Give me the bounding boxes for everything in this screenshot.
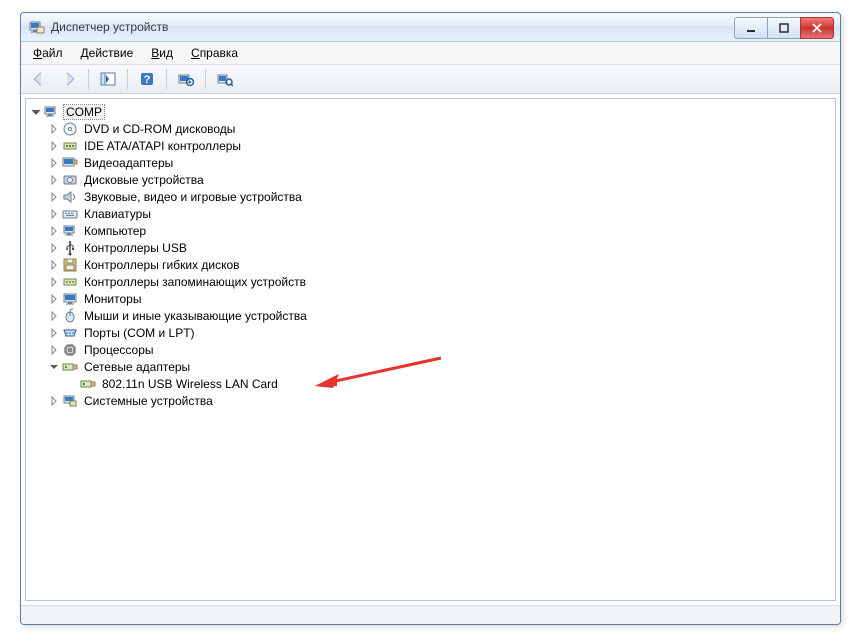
usb-icon	[62, 240, 78, 256]
expand-icon[interactable]	[48, 225, 60, 237]
expand-icon[interactable]	[48, 310, 60, 322]
minimize-button[interactable]	[734, 17, 767, 39]
show-hide-tree-button[interactable]	[94, 66, 122, 92]
back-button[interactable]	[25, 66, 53, 92]
properties-button[interactable]	[211, 66, 239, 92]
collapse-icon[interactable]	[30, 106, 42, 118]
tree-item-label[interactable]: Процессоры	[82, 343, 156, 357]
tree-item-label[interactable]: Системные устройства	[82, 394, 215, 408]
expand-icon[interactable]	[48, 395, 60, 407]
expand-icon[interactable]	[48, 174, 60, 186]
display-adapter-icon	[62, 155, 78, 171]
help-button[interactable]: ?	[133, 66, 161, 92]
tree-item-label[interactable]: Мыши и иные указывающие устройства	[82, 309, 309, 323]
tree-item-label[interactable]: Контроллеры гибких дисков	[82, 258, 242, 272]
tree-item-label[interactable]: Клавиатуры	[82, 207, 153, 221]
tree-item-label[interactable]: Звуковые, видео и игровые устройства	[82, 190, 304, 204]
tree-item-dvd[interactable]: DVD и CD-ROM дисководы	[44, 120, 835, 137]
tree-item-label[interactable]: IDE ATA/ATAPI контроллеры	[82, 139, 243, 153]
floppy-icon	[62, 257, 78, 273]
mouse-icon	[62, 308, 78, 324]
tree-item-label[interactable]: 802.11n USB Wireless LAN Card	[100, 377, 280, 391]
content-area: COMP DVD и CD-ROM дисководы IDE ATA/ATAP…	[21, 94, 840, 605]
toolbar-separator	[205, 69, 206, 89]
tree-item-sound[interactable]: Звуковые, видео и игровые устройства	[44, 188, 835, 205]
tree-item-ports[interactable]: Порты (COM и LPT)	[44, 324, 835, 341]
window-title: Диспетчер устройств	[51, 20, 734, 34]
tree-item-disk[interactable]: Дисковые устройства	[44, 171, 835, 188]
tree-item-ide[interactable]: IDE ATA/ATAPI контроллеры	[44, 137, 835, 154]
close-button[interactable]	[800, 17, 834, 39]
computer-icon	[44, 104, 60, 120]
collapse-icon[interactable]	[48, 361, 60, 373]
forward-button[interactable]	[55, 66, 83, 92]
status-bar	[21, 605, 840, 624]
titlebar[interactable]: Диспетчер устройств	[21, 13, 840, 42]
tree-item-monitor[interactable]: Мониторы	[44, 290, 835, 307]
device-manager-window: Диспетчер устройств Файл Действие Вид Сп…	[20, 12, 841, 625]
tree-item-floppy[interactable]: Контроллеры гибких дисков	[44, 256, 835, 273]
svg-text:?: ?	[144, 74, 151, 86]
monitor-icon	[62, 291, 78, 307]
toolbar-separator	[166, 69, 167, 89]
tree-item-label[interactable]: Дисковые устройства	[82, 173, 206, 187]
toolbar: ?	[21, 65, 840, 94]
disc-icon	[62, 121, 78, 137]
controller-icon	[62, 138, 78, 154]
menubar: Файл Действие Вид Справка	[21, 42, 840, 65]
toolbar-separator	[88, 69, 89, 89]
speaker-icon	[62, 189, 78, 205]
expand-icon[interactable]	[48, 123, 60, 135]
tree-item-keyboard[interactable]: Клавиатуры	[44, 205, 835, 222]
network-adapter-icon	[80, 376, 96, 392]
tree-root[interactable]: COMP	[26, 103, 835, 120]
keyboard-icon	[62, 206, 78, 222]
tree-item-label[interactable]: Компьютер	[82, 224, 148, 238]
storage-controller-icon	[62, 274, 78, 290]
expand-icon[interactable]	[48, 327, 60, 339]
menu-help[interactable]: Справка	[183, 44, 246, 62]
network-adapter-icon	[62, 359, 78, 375]
expand-icon[interactable]	[48, 344, 60, 356]
tree-item-label[interactable]: Порты (COM и LPT)	[82, 326, 197, 340]
tree-root-label[interactable]: COMP	[64, 105, 104, 119]
expand-icon[interactable]	[48, 208, 60, 220]
tree-item-label[interactable]: Мониторы	[82, 292, 143, 306]
tree-item-video[interactable]: Видеоадаптеры	[44, 154, 835, 171]
tree-item-usb[interactable]: Контроллеры USB	[44, 239, 835, 256]
tree-item-network-card[interactable]: 802.11n USB Wireless LAN Card	[62, 375, 835, 392]
tree-item-computer[interactable]: Компьютер	[44, 222, 835, 239]
expand-icon[interactable]	[48, 242, 60, 254]
expand-icon[interactable]	[48, 191, 60, 203]
device-tree[interactable]: COMP DVD и CD-ROM дисководы IDE ATA/ATAP…	[25, 98, 836, 601]
menu-view[interactable]: Вид	[143, 44, 181, 62]
scan-hardware-button[interactable]	[172, 66, 200, 92]
tree-item-mouse[interactable]: Мыши и иные указывающие устройства	[44, 307, 835, 324]
expand-icon[interactable]	[48, 140, 60, 152]
cpu-icon	[62, 342, 78, 358]
computer-icon	[62, 223, 78, 239]
menu-file[interactable]: Файл	[25, 44, 71, 62]
expand-icon[interactable]	[48, 259, 60, 271]
tree-item-storage[interactable]: Контроллеры запоминающих устройств	[44, 273, 835, 290]
tree-item-label[interactable]: Сетевые адаптеры	[82, 360, 192, 374]
tree-item-label[interactable]: DVD и CD-ROM дисководы	[82, 122, 237, 136]
expand-icon[interactable]	[48, 293, 60, 305]
system-device-icon	[62, 393, 78, 409]
app-icon	[29, 19, 45, 35]
tree-item-label[interactable]: Контроллеры запоминающих устройств	[82, 275, 308, 289]
disk-drive-icon	[62, 172, 78, 188]
tree-item-cpu[interactable]: Процессоры	[44, 341, 835, 358]
expand-icon[interactable]	[48, 276, 60, 288]
maximize-button[interactable]	[767, 17, 800, 39]
expand-icon[interactable]	[48, 157, 60, 169]
toolbar-separator	[127, 69, 128, 89]
tree-item-label[interactable]: Видеоадаптеры	[82, 156, 175, 170]
tree-item-system[interactable]: Системные устройства	[44, 392, 835, 409]
tree-item-network[interactable]: Сетевые адаптеры	[44, 358, 835, 375]
port-icon	[62, 325, 78, 341]
tree-item-label[interactable]: Контроллеры USB	[82, 241, 189, 255]
menu-action[interactable]: Действие	[73, 44, 142, 62]
